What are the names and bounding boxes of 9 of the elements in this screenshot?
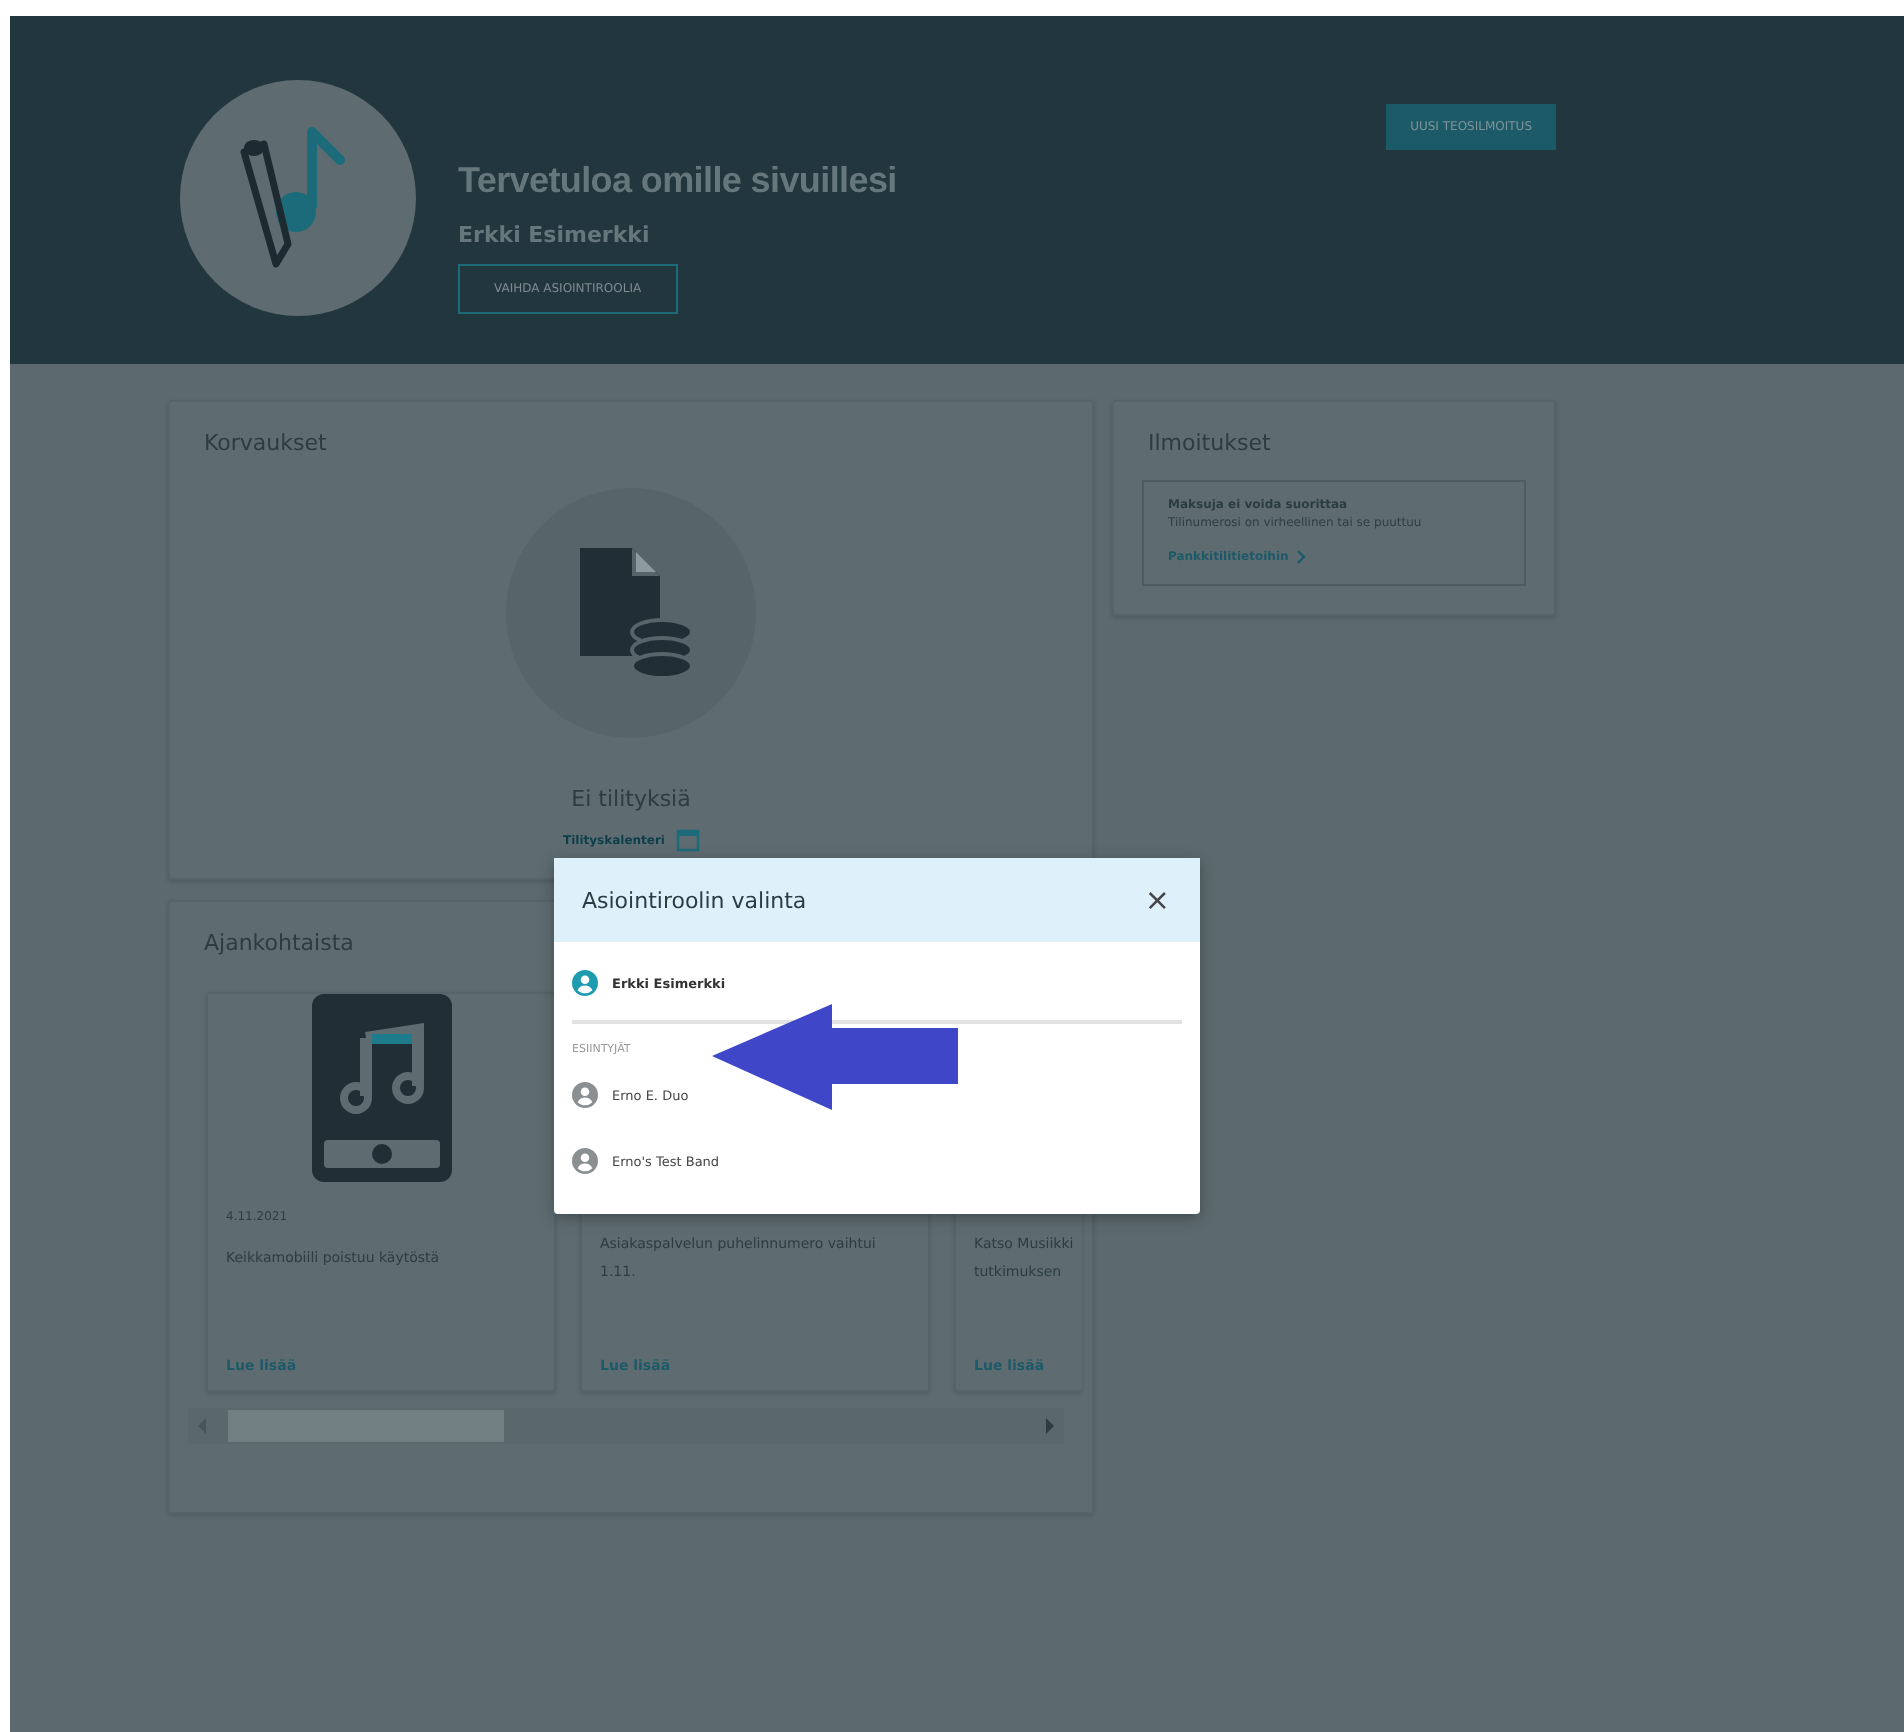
arrow-icon — [712, 1004, 958, 1110]
dialog-title: Asiointiroolin valinta — [582, 887, 807, 913]
close-button[interactable]: × — [1140, 882, 1174, 918]
calendar-icon[interactable] — [675, 828, 699, 852]
horizontal-scrollbar[interactable] — [188, 1408, 1064, 1444]
user-name: Erkki Esimerkki — [458, 222, 650, 248]
welcome-title: Tervetuloa omille sivuillesi — [458, 160, 897, 202]
chevron-right-icon[interactable] — [1296, 550, 1307, 564]
scroll-right-icon[interactable] — [1044, 1418, 1056, 1434]
